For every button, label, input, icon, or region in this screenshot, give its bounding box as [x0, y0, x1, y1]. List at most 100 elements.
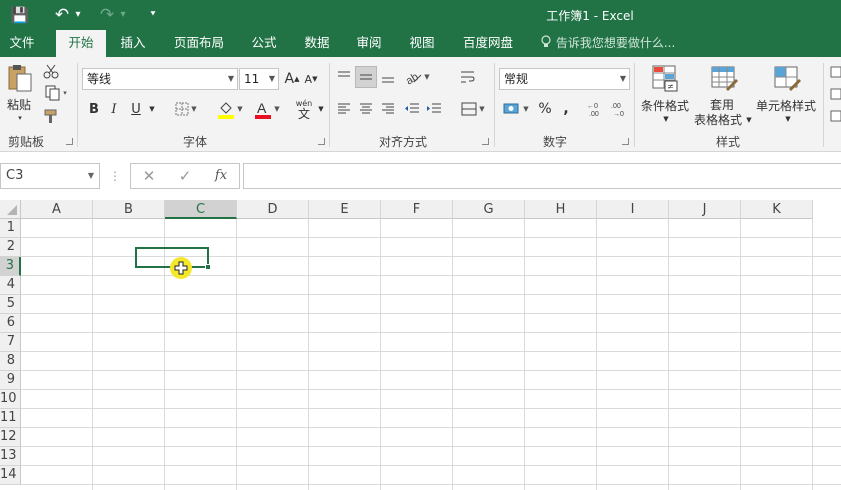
merge-icon: [461, 102, 477, 116]
increase-indent-button[interactable]: [424, 98, 444, 120]
copy-icon[interactable]: ▾: [42, 84, 70, 102]
fill-handle[interactable]: [205, 264, 211, 270]
borders-button[interactable]: ▼: [170, 99, 202, 119]
orientation-button[interactable]: ab ▼: [402, 66, 432, 88]
title-bar: 💾 ↶ ▾ ↷ ▾ ⯆ 工作簿1 - Excel: [0, 0, 841, 30]
column-header-h[interactable]: H: [525, 200, 597, 219]
fill-color-button[interactable]: ▼: [213, 97, 247, 121]
underline-button[interactable]: U: [128, 99, 144, 119]
row-header-6[interactable]: 6: [0, 314, 21, 333]
wrap-text-icon[interactable]: [457, 66, 479, 88]
tab-review[interactable]: 审阅: [348, 30, 390, 57]
phonetic-dropdown-icon[interactable]: ▼: [316, 101, 326, 117]
number-format-box[interactable]: 常规 ▼: [499, 68, 630, 90]
column-header-j[interactable]: J: [669, 200, 741, 219]
cells-group-partial-icon[interactable]: [829, 63, 841, 123]
format-as-table-icon[interactable]: [709, 63, 739, 93]
paste-label[interactable]: 粘贴: [3, 95, 35, 113]
font-color-button[interactable]: A ▼: [250, 97, 284, 121]
column-header-f[interactable]: F: [381, 200, 453, 219]
cell-styles-icon[interactable]: [772, 63, 802, 93]
row-header-11[interactable]: 11: [0, 409, 21, 428]
font-size-box[interactable]: 11 ▼: [239, 68, 279, 90]
font-launcher-icon[interactable]: [318, 138, 325, 145]
accounting-format-button[interactable]: ▼: [500, 98, 532, 120]
row-header-1[interactable]: 1: [0, 219, 21, 238]
conditional-format-icon[interactable]: ≠: [650, 63, 680, 93]
row-header-12[interactable]: 12: [0, 428, 21, 447]
tab-home[interactable]: 开始: [56, 30, 106, 57]
row-header-9[interactable]: 9: [0, 371, 21, 390]
font-name-box[interactable]: 等线 ▼: [82, 68, 238, 90]
column-header-c[interactable]: C: [165, 200, 237, 219]
merge-center-button[interactable]: ▼: [457, 98, 489, 120]
increase-decimal-button[interactable]: ←0.00: [586, 98, 606, 120]
enter-icon[interactable]: ✓: [174, 163, 196, 189]
middle-align-button[interactable]: [355, 66, 377, 88]
decrease-decimal-button[interactable]: .00 →0: [610, 98, 630, 120]
grow-font-button[interactable]: A ▲: [284, 69, 300, 89]
format-as-table-button[interactable]: 表格格式: [692, 112, 744, 127]
gridline-horizontal: [21, 389, 841, 390]
align-left-button[interactable]: [334, 98, 354, 120]
align-center-button[interactable]: [356, 98, 376, 120]
column-header-k[interactable]: K: [741, 200, 813, 219]
conditional-format-dropdown-icon[interactable]: ▼: [660, 114, 672, 124]
row-header-13[interactable]: 13: [0, 447, 21, 466]
number-launcher-icon[interactable]: [622, 138, 629, 145]
row-header-14[interactable]: 14: [0, 466, 21, 485]
align-right-button[interactable]: [378, 98, 398, 120]
cell-styles-button[interactable]: 单元格样式: [754, 97, 818, 113]
insert-function-icon[interactable]: fx: [210, 163, 232, 189]
tab-view[interactable]: 视图: [401, 30, 443, 57]
column-header-a[interactable]: A: [21, 200, 93, 219]
cell-styles-dropdown-icon[interactable]: ▼: [782, 114, 794, 124]
formula-input[interactable]: [243, 163, 841, 189]
row-header-4[interactable]: 4: [0, 276, 21, 295]
alignment-launcher-icon[interactable]: [482, 138, 489, 145]
underline-dropdown-icon[interactable]: ▼: [146, 101, 158, 117]
comma-style-button[interactable]: ,: [558, 98, 574, 120]
tab-baidu-netdisk[interactable]: 百度网盘: [455, 30, 521, 57]
italic-button[interactable]: I: [106, 99, 122, 119]
row-header-8[interactable]: 8: [0, 352, 21, 371]
phonetic-guide-button[interactable]: wén 文: [292, 95, 316, 123]
percent-style-button[interactable]: %: [536, 98, 554, 120]
worksheet-grid[interactable]: ABCDEFGHIJK 1 2 3 4 5 6 7 8 9 10 11 12 13 14: [0, 200, 841, 490]
row-header-2[interactable]: 2: [0, 238, 21, 257]
format-as-table-label-1[interactable]: 套用: [700, 97, 744, 112]
paste-dropdown-icon[interactable]: ▾: [14, 113, 26, 123]
clipboard-launcher-icon[interactable]: [66, 138, 73, 145]
name-box[interactable]: C3 ▼: [0, 163, 100, 189]
tab-file[interactable]: 文件: [0, 30, 44, 57]
bottom-align-button[interactable]: [378, 66, 398, 88]
svg-text:←0: ←0: [587, 103, 598, 110]
column-header-e[interactable]: E: [309, 200, 381, 219]
column-header-i[interactable]: I: [597, 200, 669, 219]
format-as-table-dropdown-icon[interactable]: ▼: [744, 115, 754, 125]
conditional-format-button[interactable]: 条件格式: [637, 97, 693, 113]
paste-button[interactable]: [5, 63, 35, 93]
format-painter-icon[interactable]: [42, 107, 60, 125]
row-header-7[interactable]: 7: [0, 333, 21, 352]
column-header-g[interactable]: G: [453, 200, 525, 219]
top-align-button[interactable]: [334, 66, 354, 88]
tab-page-layout[interactable]: 页面布局: [165, 30, 233, 57]
row-header-3[interactable]: 3: [0, 257, 21, 276]
cancel-icon[interactable]: ✕: [138, 163, 160, 189]
select-all-button[interactable]: [0, 200, 21, 219]
row-header-10[interactable]: 10: [0, 390, 21, 409]
column-header-b[interactable]: B: [93, 200, 165, 219]
decrease-indent-button[interactable]: [402, 98, 422, 120]
formula-bar-grip-icon[interactable]: ⋮: [108, 163, 122, 189]
name-box-value: C3: [6, 168, 24, 183]
tab-formulas[interactable]: 公式: [243, 30, 285, 57]
tell-me-search[interactable]: 告诉我您想要做什么...: [540, 30, 675, 57]
column-header-d[interactable]: D: [237, 200, 309, 219]
row-header-5[interactable]: 5: [0, 295, 21, 314]
tab-insert[interactable]: 插入: [110, 30, 156, 57]
shrink-font-button[interactable]: A ▼: [303, 69, 319, 89]
cut-icon[interactable]: [42, 62, 60, 80]
tab-data[interactable]: 数据: [296, 30, 338, 57]
bold-button[interactable]: B: [86, 99, 102, 119]
